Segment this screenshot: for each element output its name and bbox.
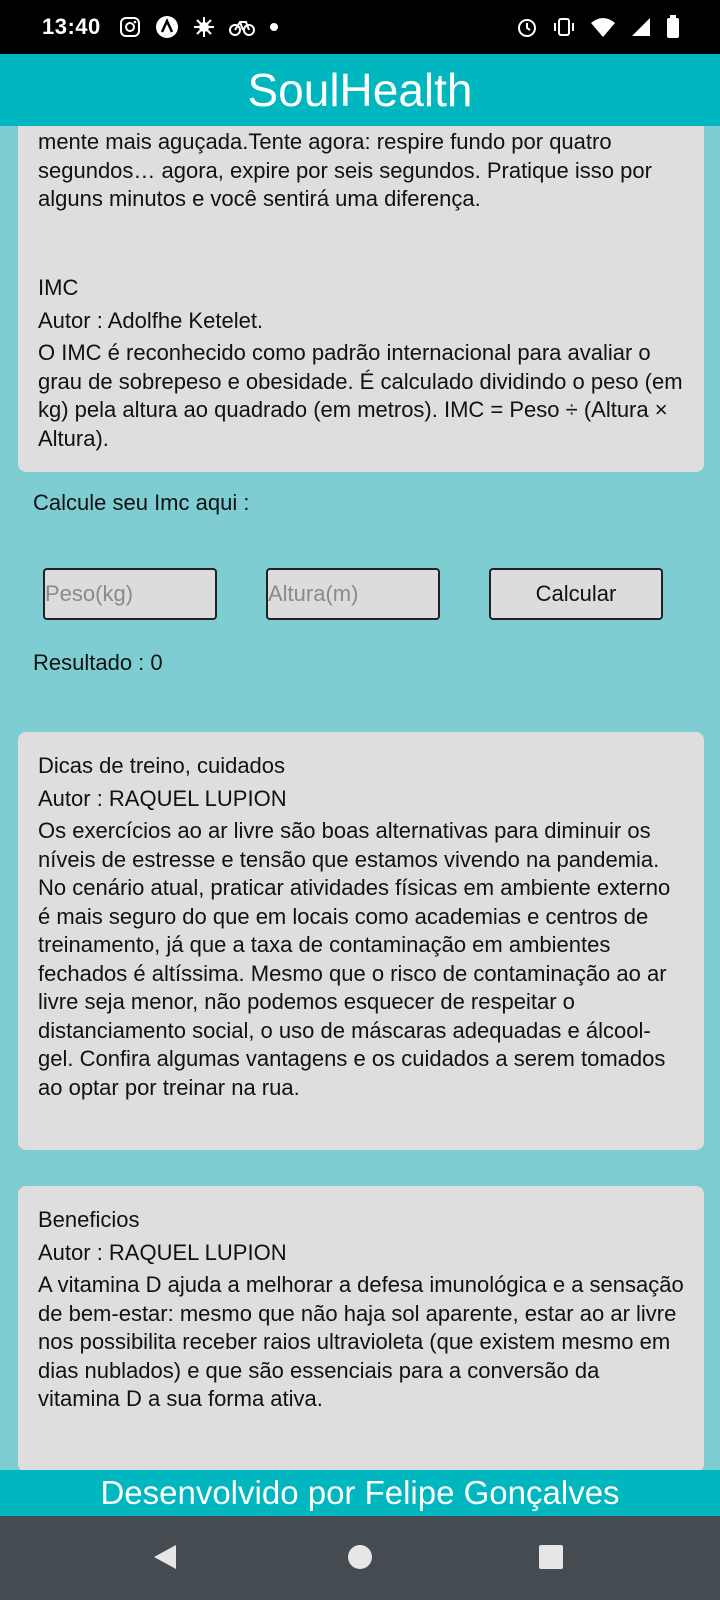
article-card-benefits: Beneficios Autor : RAQUEL LUPION A vitam… xyxy=(18,1186,704,1470)
signal-icon xyxy=(630,16,652,38)
calcular-button[interactable]: Calcular xyxy=(489,568,663,620)
status-left-icons xyxy=(119,15,279,39)
vibrate-icon xyxy=(552,16,576,38)
article-author: Autor : Adolfhe Ketelet. xyxy=(38,307,264,333)
dot-icon xyxy=(269,22,279,32)
altura-input[interactable] xyxy=(266,568,440,620)
article-body: Os exercícios ao ar livre são boas alter… xyxy=(38,818,671,1100)
article-card-training: Dicas de treino, cuidados Autor : RAQUEL… xyxy=(18,732,704,1150)
calc-label: Calcule seu Imc aqui : xyxy=(33,490,250,515)
article-title: IMC xyxy=(38,275,79,300)
article-title: Dicas de treino, cuidados xyxy=(38,753,286,778)
instagram-icon xyxy=(119,16,141,38)
content-scroll[interactable]: mente mais aguçada.Tente agora: respire … xyxy=(0,126,720,1470)
alarm-icon xyxy=(516,16,538,38)
footer-credit: Desenvolvido por Felipe Gonçalves xyxy=(0,1470,720,1516)
status-bar: 13:40 xyxy=(0,0,720,54)
back-icon[interactable] xyxy=(150,1542,180,1577)
article-body: O IMC é reconhecido como padrão internac… xyxy=(38,340,683,451)
article-title: Beneficios xyxy=(38,1207,140,1232)
app-a-icon xyxy=(155,15,179,39)
article-author: Autor : RAQUEL LUPION xyxy=(38,1239,287,1265)
recents-icon[interactable] xyxy=(536,1542,566,1577)
result-text: Resultado : 0 xyxy=(33,650,163,675)
app-title: SoulHealth xyxy=(0,54,720,126)
article-body: mente mais aguçada.Tente agora: respire … xyxy=(38,129,652,211)
home-icon[interactable] xyxy=(345,1542,375,1577)
battery-icon xyxy=(666,15,680,39)
article-card-imc: IMC Autor : Adolfhe Ketelet. O IMC é rec… xyxy=(18,254,704,472)
article-body: A vitamina D ajuda a melhorar a defesa i… xyxy=(38,1272,684,1411)
peso-input[interactable] xyxy=(43,568,217,620)
bike-icon xyxy=(228,16,255,38)
system-nav-bar xyxy=(0,1516,720,1600)
article-author: Autor : RAQUEL LUPION xyxy=(38,785,287,811)
status-right-icons xyxy=(516,0,680,54)
bug-icon xyxy=(193,16,215,38)
wifi-icon xyxy=(590,16,616,38)
status-time: 13:40 xyxy=(42,14,101,39)
